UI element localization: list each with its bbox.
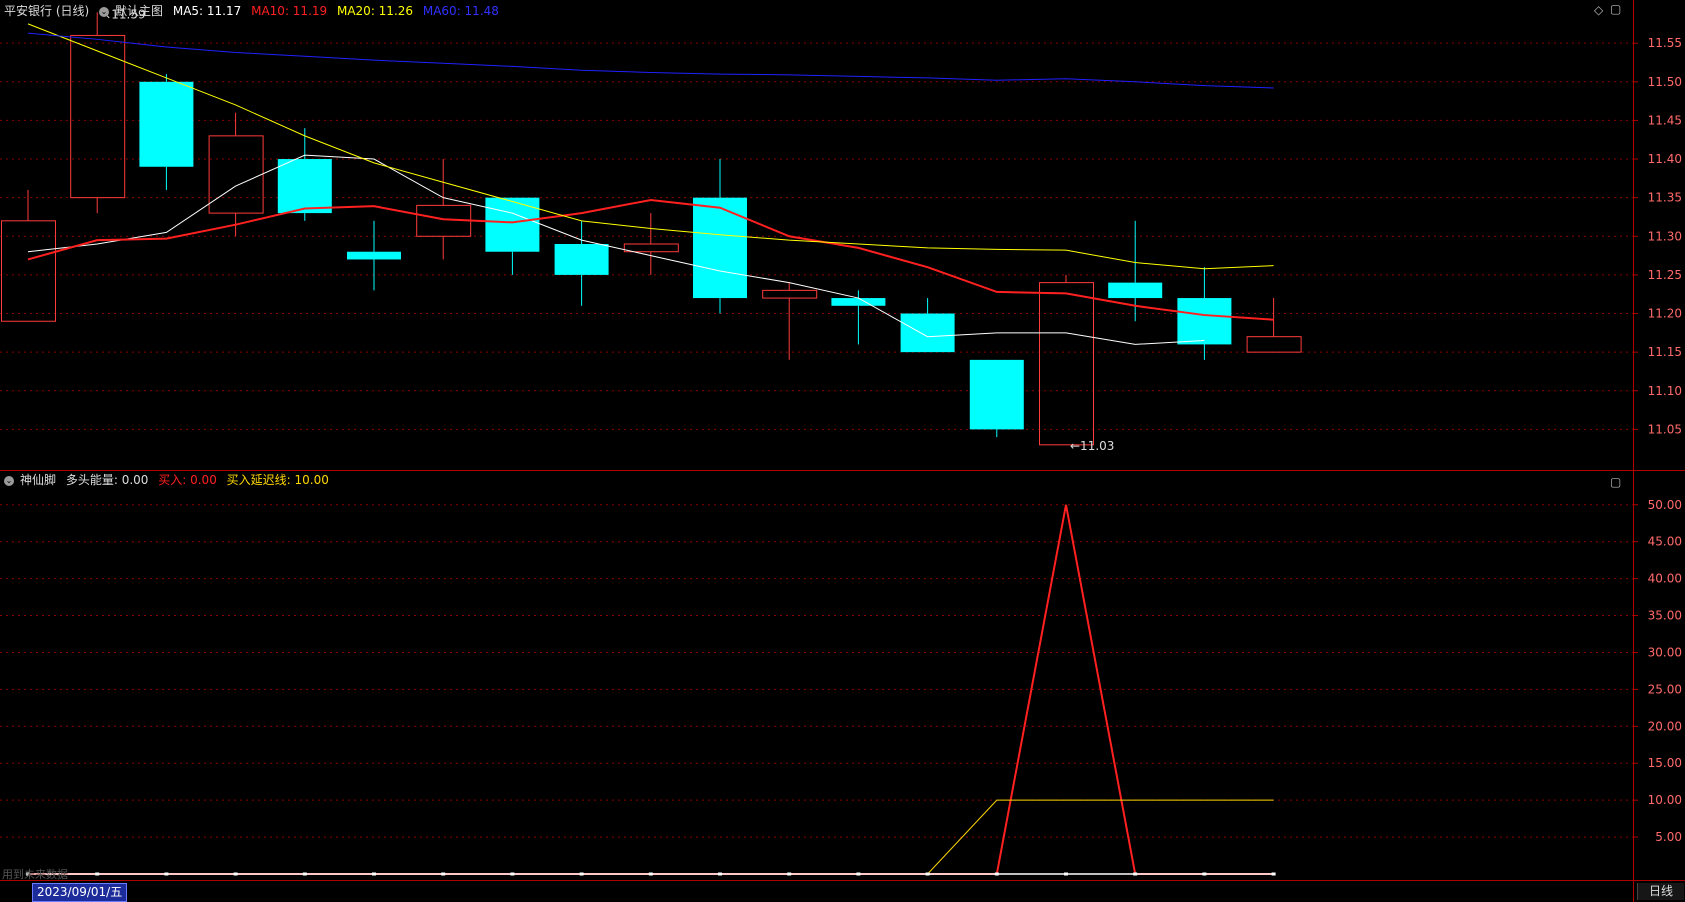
candle-body-down [347,251,401,260]
sub-y-tick-label: 50.00 [1648,498,1682,512]
sub-y-tick-label: 35.00 [1648,609,1682,623]
indicator-point [925,872,930,876]
indicator-point [1064,872,1068,876]
candle-body-up [1039,282,1094,446]
date-cursor-box: 2023/09/01/五 [32,883,128,902]
candle [416,159,472,260]
main-y-tick-label: 11.40 [1648,152,1682,166]
future-data-hint: 用到未来数据 [2,868,68,881]
buy-label: 买入: 0.00 [158,473,217,487]
candle-body-down [554,244,609,275]
indicator-name[interactable]: 神仙脚 [20,473,56,487]
chart-canvas[interactable]: 11.05 11.10 11.15 11.20 11.25 11.30 11.35 11.40… [0,0,1685,902]
candle-body-down [900,313,955,353]
candle [762,282,818,360]
candle [623,213,679,275]
main-y-tick-label: 11.15 [1648,345,1682,359]
ma-line-ma60 [27,32,1274,89]
sub-y-tick-label: 25.00 [1648,682,1682,696]
candle [70,12,126,214]
period-button[interactable]: 日线 [1637,883,1684,900]
sub-y-tick-label: 5.00 [1655,830,1682,844]
stock-title[interactable]: 平安银行 (日线) [4,4,89,18]
delay-line-label: 买入延迟线: 10.00 [226,473,329,487]
sub-y-tick-label: 45.00 [1648,535,1682,549]
indicator-point [441,872,446,876]
candle-body-up [623,243,679,253]
candle [969,359,1024,438]
candle-body-down [1177,298,1232,345]
candle [347,220,401,291]
indicator-point [1133,872,1138,876]
square-icon[interactable]: ▢ [1610,475,1621,489]
candle-body-down [693,197,747,299]
candle-body-up [1,220,56,322]
diamond-icon[interactable]: ◇ [1594,3,1603,17]
indicator-point [856,872,861,876]
candle [1,189,56,322]
indicator-point [648,872,653,876]
ma5-label: MA5: 11.17 [172,4,242,18]
indicator-point [164,872,169,876]
ma20-label: MA20: 11.26 [336,4,414,18]
circle-chevron-icon[interactable]: ⌄ [99,6,110,17]
circle-chevron-icon[interactable]: ⌄ [4,475,14,486]
candle-body-down [1108,282,1163,299]
main-y-tick-label: 11.35 [1648,191,1682,205]
indicator-point [95,872,100,876]
main-y-tick-label: 11.50 [1648,75,1682,89]
main-y-tick-label: 11.10 [1648,384,1682,398]
energy-label: 多头能量: 0.00 [65,473,149,487]
indicator-point [579,872,584,876]
candle-body-down [485,197,540,252]
sub-y-tick-label: 40.00 [1648,572,1682,586]
indicator-point [787,872,792,876]
ma10-label: MA10: 11.19 [251,4,328,18]
sub-chart-header: ⌄ 神仙脚 多头能量: 0.00 买入: 0.00 买入延迟线: 10.00 [4,471,335,489]
candle-body-down [831,298,886,306]
indicator-point [1202,872,1207,876]
candle-body-up [70,34,126,199]
sub-y-tick-label: 10.00 [1648,793,1682,807]
main-y-tick-label: 11.30 [1648,229,1682,243]
candle [208,112,264,237]
indicator-point [718,872,722,876]
candle [900,298,955,353]
sub-y-tick-label: 15.00 [1648,756,1682,770]
price-annotation: ←11.03 [1070,439,1114,453]
indicator-point [372,872,376,876]
ma60-label: MA60: 11.48 [422,4,499,18]
main-panel-name[interactable]: 默认主图 [115,4,163,18]
indicator-point [994,872,999,876]
main-y-tick-label: 11.20 [1648,307,1682,321]
main-y-tick-label: 11.45 [1648,113,1682,127]
main-y-tick-label: 11.25 [1648,268,1682,282]
indicator-point [302,872,307,876]
square-icon[interactable]: ▢ [1610,2,1621,16]
candle-body-up [208,135,264,214]
main-chart-header: 平安银行 (日线) ⌄ 默认主图 MA5: 11.17 MA10: 11.19 M… [4,2,505,20]
candle [1039,274,1094,446]
candle-body-down [139,81,194,167]
candle [1246,298,1302,353]
candle-body-down [277,159,332,214]
candle [139,74,194,190]
candle [554,220,609,306]
candle-body-up [762,289,818,299]
indicator-point [510,872,515,876]
sub-y-tick-label: 30.00 [1648,645,1682,659]
indicator-point [1271,872,1276,876]
indicator-point [233,872,238,876]
candle-body-down [969,359,1024,430]
main-y-tick-label: 11.55 [1648,36,1682,50]
main-y-tick-label: 11.05 [1648,422,1682,436]
sub-y-tick-label: 20.00 [1648,719,1682,733]
candle-body-up [1246,336,1302,353]
